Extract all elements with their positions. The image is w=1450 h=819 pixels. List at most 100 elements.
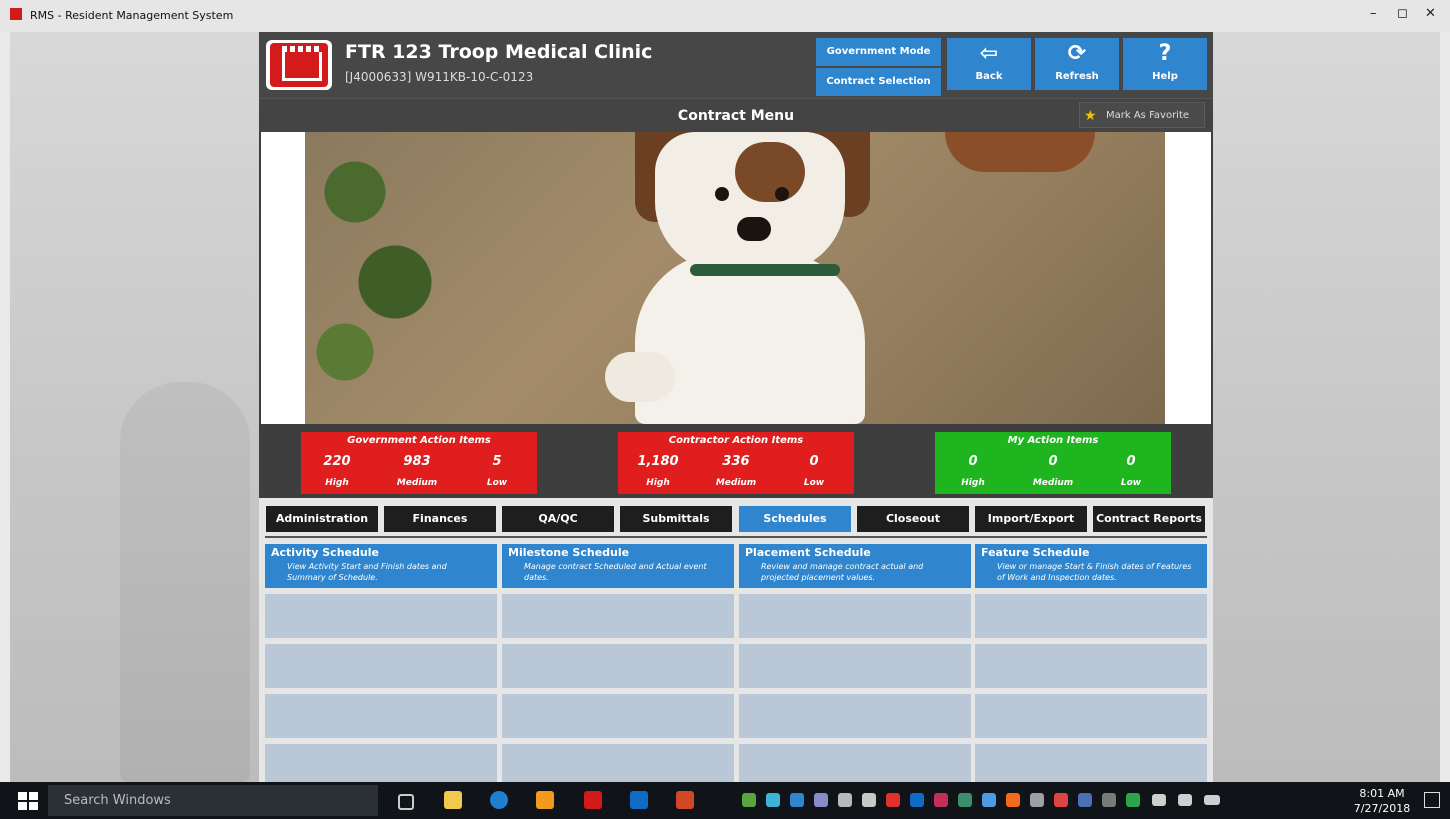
clock-date: 7/27/2018 (1353, 802, 1411, 815)
milestone-schedule-card[interactable]: Milestone Schedule Manage contract Sched… (502, 544, 734, 588)
file-explorer-icon[interactable] (444, 791, 462, 809)
help-button[interactable]: ? Help (1123, 38, 1207, 90)
tab-administration[interactable]: Administration (266, 506, 378, 532)
tab-closeout[interactable]: Closeout (857, 506, 969, 532)
mark-as-favorite-button[interactable]: ★ Mark As Favorite (1079, 102, 1205, 128)
keyboard-icon[interactable] (1204, 795, 1220, 805)
tray-app-icon[interactable] (742, 793, 756, 807)
close-button[interactable]: ✕ (1425, 6, 1436, 21)
windows-start-icon[interactable] (18, 792, 38, 810)
tray-app-icon[interactable] (766, 793, 780, 807)
windows-taskbar: Search Windows 8:01 AM 7/27/2018 (0, 782, 1450, 819)
tab-content-area: Administration Finances QA/QC Submittals… (259, 498, 1213, 782)
empty-tile (739, 694, 971, 738)
banner-image (261, 132, 1211, 424)
tab-contract-reports[interactable]: Contract Reports (1093, 506, 1205, 532)
tray-app-icon[interactable] (1126, 793, 1140, 807)
activity-schedule-card[interactable]: Activity Schedule View Activity Start an… (265, 544, 497, 588)
tab-import-export[interactable]: Import/Export (975, 506, 1087, 532)
help-icon: ? (1158, 41, 1172, 66)
empty-tile (975, 644, 1207, 688)
empty-tile (502, 594, 734, 638)
empty-tile (975, 694, 1207, 738)
tray-app-icon[interactable] (814, 793, 828, 807)
tray-app-icon[interactable] (1006, 793, 1020, 807)
empty-tile (739, 594, 971, 638)
my-action-items[interactable]: My Action Items 0 0 0 High Medium Low (935, 432, 1171, 494)
tray-app-icon[interactable] (1078, 793, 1092, 807)
tab-schedules[interactable]: Schedules (739, 506, 851, 532)
search-windows-box[interactable]: Search Windows (48, 785, 378, 816)
empty-tile (739, 644, 971, 688)
minimize-button[interactable]: – (1370, 6, 1377, 21)
usace-castle-logo (266, 40, 332, 90)
action-items-title: Government Action Items (347, 435, 491, 446)
rms-app-icon[interactable] (584, 791, 602, 809)
low-count: 5 (492, 454, 502, 469)
feature-schedule-card[interactable]: Feature Schedule View or manage Start & … (975, 544, 1207, 588)
placement-schedule-card[interactable]: Placement Schedule Review and manage con… (739, 544, 971, 588)
background-figure (120, 382, 250, 782)
task-view-icon[interactable] (398, 794, 414, 810)
tray-app-icon[interactable] (886, 793, 900, 807)
tab-finances[interactable]: Finances (384, 506, 496, 532)
volume-icon[interactable] (1152, 794, 1166, 806)
powerpoint-icon[interactable] (676, 791, 694, 809)
medium-label: Medium (715, 478, 757, 488)
medium-count: 0 (1048, 454, 1058, 469)
empty-tile (502, 644, 734, 688)
tab-qa-qc[interactable]: QA/QC (502, 506, 614, 532)
tray-app-icon[interactable] (934, 793, 948, 807)
contractor-action-items[interactable]: Contractor Action Items 1,180 336 0 High… (618, 432, 854, 494)
tray-app-icon[interactable] (1102, 793, 1116, 807)
low-label: Low (1120, 478, 1142, 488)
tray-app-icon[interactable] (958, 793, 972, 807)
government-mode-home-button[interactable]: Government Mode Home (816, 38, 941, 85)
system-clock[interactable]: 8:01 AM 7/27/2018 (1352, 786, 1412, 816)
tray-app-icon[interactable] (1054, 793, 1068, 807)
tray-app-icon[interactable] (790, 793, 804, 807)
refresh-button[interactable]: ⟳ Refresh (1035, 38, 1119, 90)
tray-app-icon[interactable] (910, 793, 924, 807)
star-icon: ★ (1084, 108, 1097, 124)
restore-button[interactable]: ◻ (1397, 6, 1408, 21)
tray-app-icon[interactable] (1030, 793, 1044, 807)
high-count: 0 (968, 454, 978, 469)
tray-app-icon[interactable] (862, 793, 876, 807)
castle-icon (282, 46, 322, 81)
network-icon[interactable] (1178, 794, 1192, 806)
internet-explorer-icon[interactable] (490, 791, 508, 809)
back-arrow-icon: ⇦ (979, 41, 999, 66)
low-count: 0 (1126, 454, 1136, 469)
contract-menu-bar: Contract Menu ★ Mark As Favorite (259, 98, 1213, 133)
empty-tile (502, 744, 734, 782)
high-label: High (325, 478, 349, 488)
project-contract-number: [J4000633] W911KB-10-C-0123 (345, 70, 534, 84)
medium-label: Medium (1032, 478, 1074, 488)
contract-selection-button[interactable]: Contract Selection (816, 68, 941, 96)
tab-divider (265, 536, 1207, 538)
tray-app-icon[interactable] (838, 793, 852, 807)
action-items-row: Government Action Items 220 983 5 High M… (259, 424, 1213, 498)
window-titlebar: RMS - Resident Management System – ◻ ✕ (0, 0, 1450, 32)
tab-submittals[interactable]: Submittals (620, 506, 732, 532)
card-description: Manage contract Scheduled and Actual eve… (524, 562, 707, 582)
app-header: FTR 123 Troop Medical Clinic [J4000633] … (259, 32, 1213, 98)
card-title: Milestone Schedule (508, 546, 630, 559)
notification-center-icon[interactable] (1424, 792, 1440, 808)
empty-tile (265, 694, 497, 738)
media-player-icon[interactable] (536, 791, 554, 809)
outlook-icon[interactable] (630, 791, 648, 809)
favorite-label: Mark As Favorite (1106, 110, 1190, 121)
page-title: Contract Menu (677, 108, 795, 124)
government-action-items[interactable]: Government Action Items 220 983 5 High M… (301, 432, 537, 494)
high-label: High (961, 478, 985, 488)
empty-tile (265, 644, 497, 688)
medium-count: 336 (722, 454, 750, 469)
medium-label: Medium (396, 478, 438, 488)
tray-app-icon[interactable] (982, 793, 996, 807)
help-label: Help (1152, 71, 1178, 82)
back-button[interactable]: ⇦ Back (947, 38, 1031, 90)
app-logo-icon (10, 8, 22, 20)
card-description: Review and manage contract actual and pr… (761, 562, 924, 582)
